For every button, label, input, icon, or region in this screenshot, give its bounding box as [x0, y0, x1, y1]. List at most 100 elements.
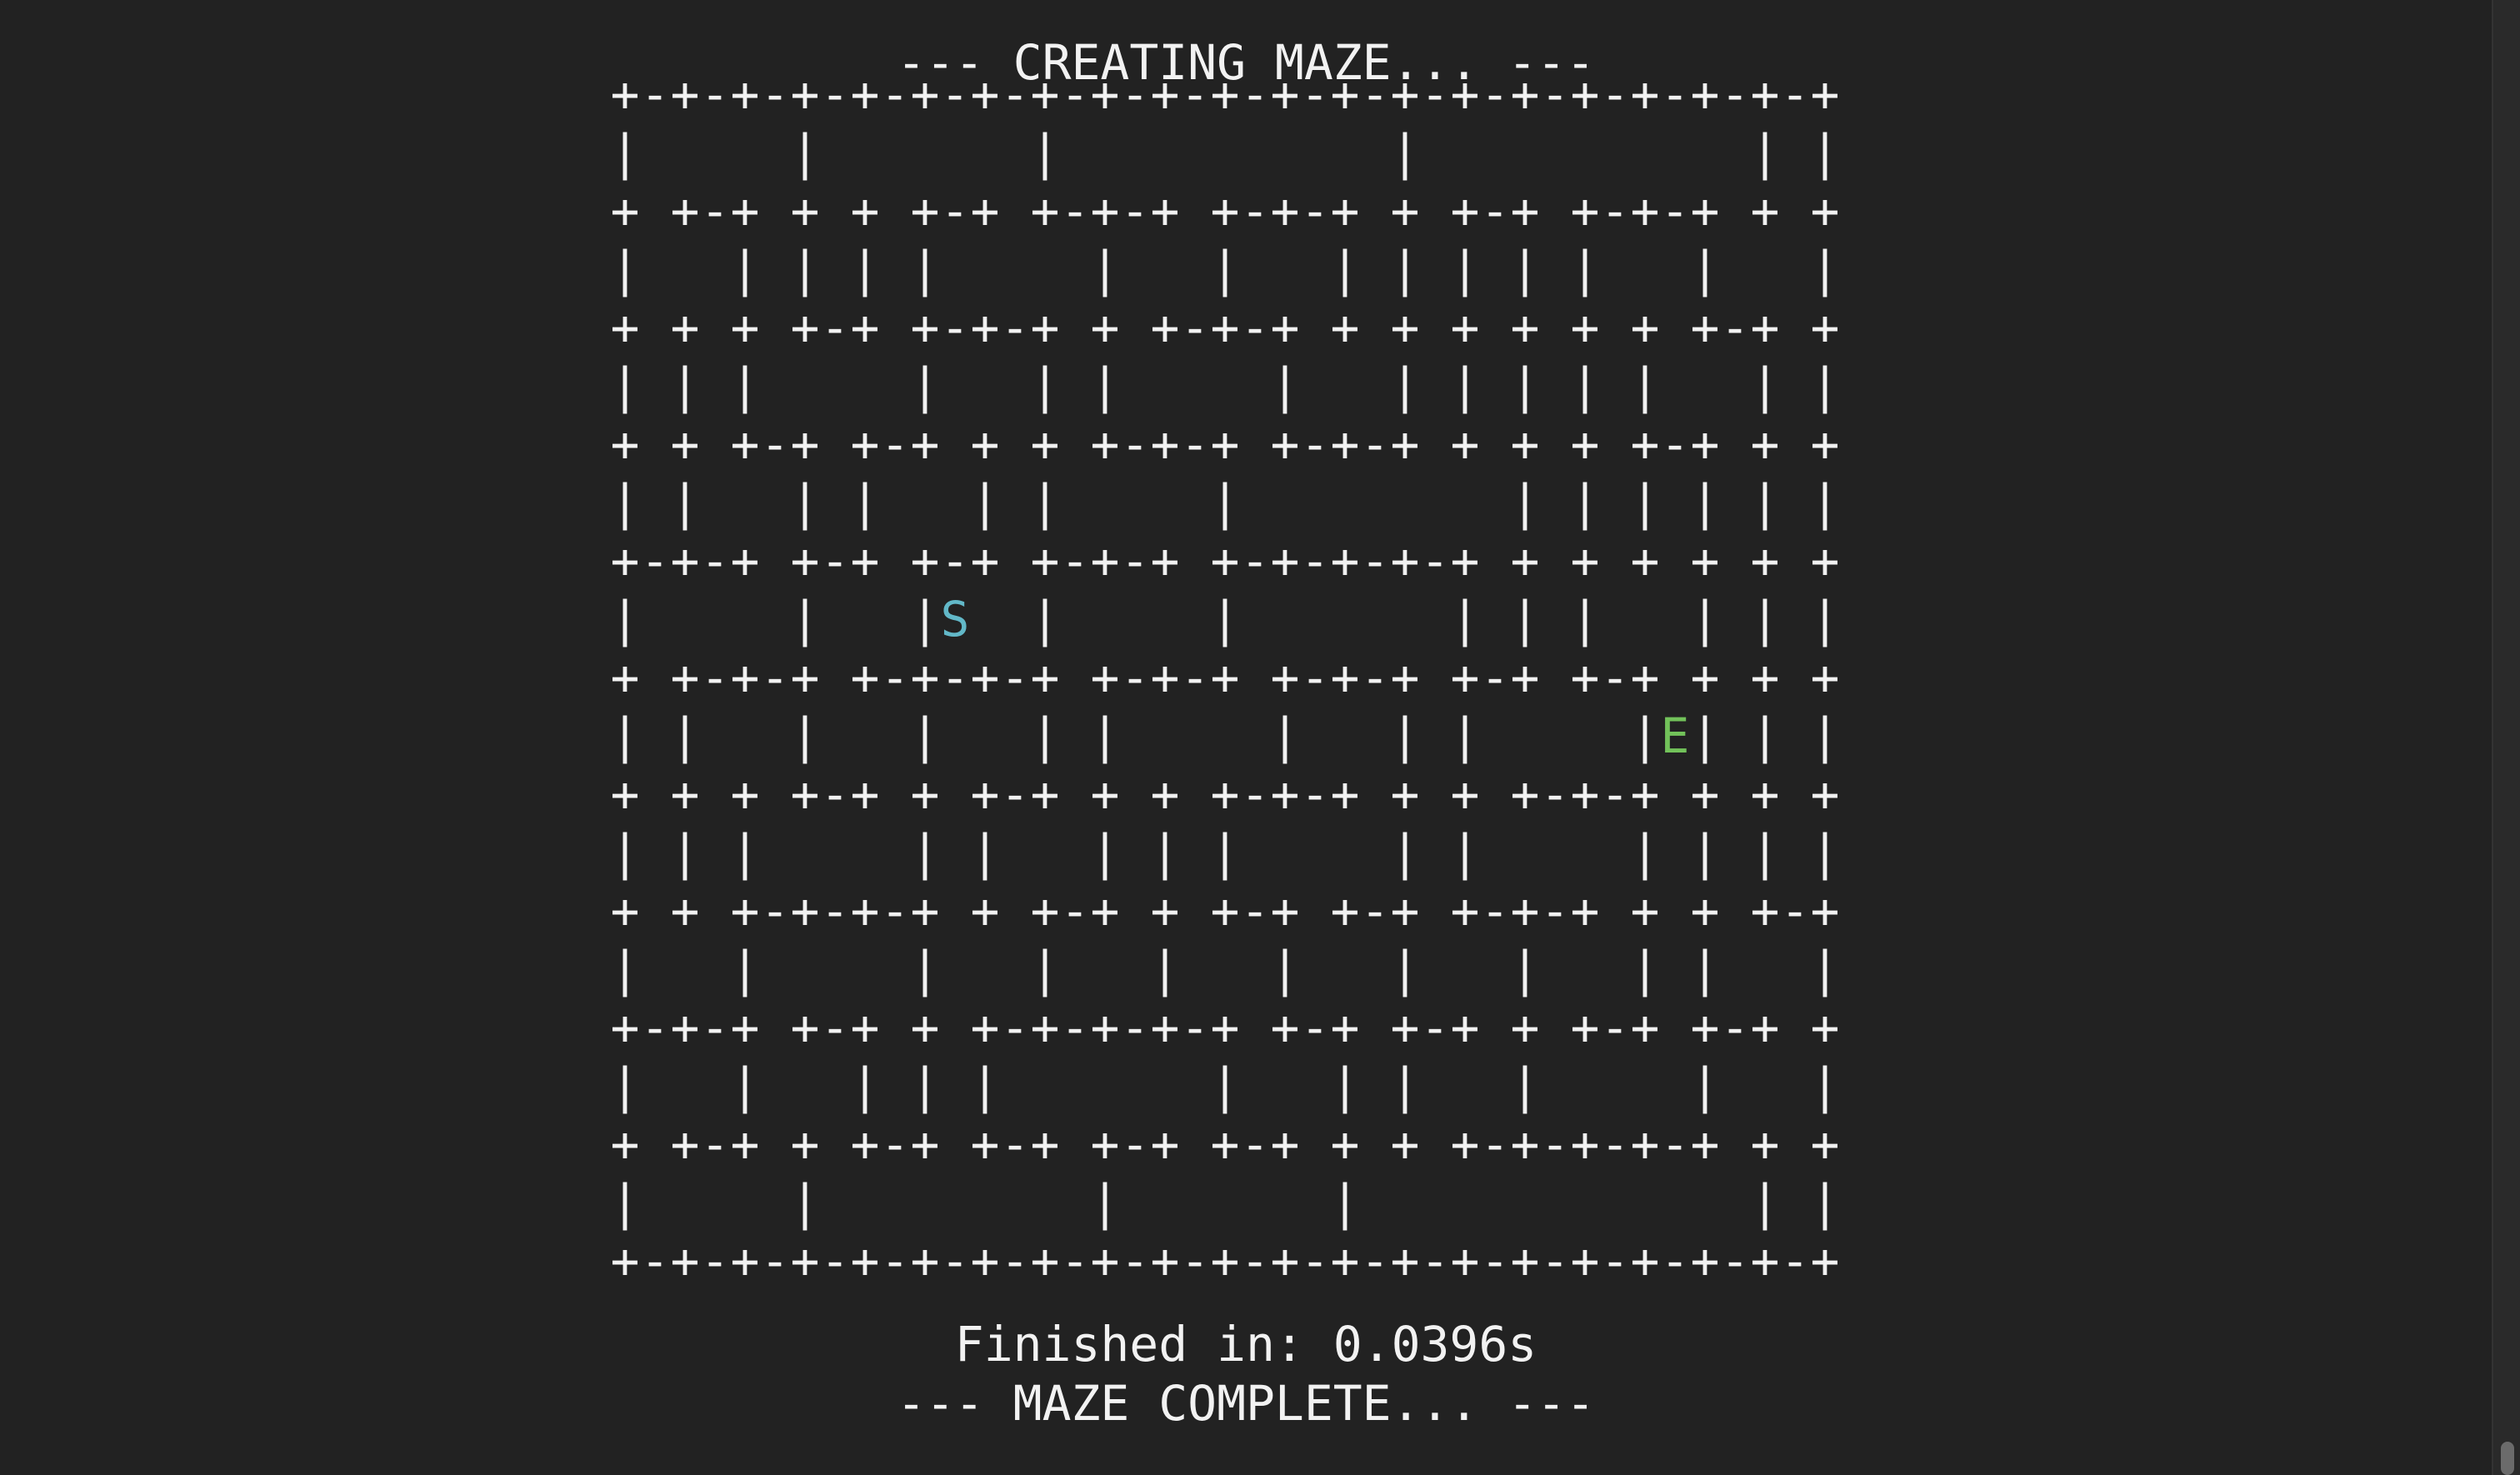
maze-corner: + [1030, 299, 1060, 356]
maze-corner: + [1030, 416, 1060, 472]
maze-wall-vertical: | [1150, 941, 1180, 998]
maze-corner: + [1810, 999, 1840, 1056]
maze-wall-vertical: | [670, 824, 700, 881]
maze-corner: + [1750, 416, 1780, 472]
maze-wall-vertical: | [610, 124, 640, 181]
maze-wall-vertical: | [1750, 708, 1780, 764]
maze-wall-vertical: | [1030, 474, 1060, 531]
maze-corner: + [1390, 766, 1420, 822]
maze-wall-vertical: | [1390, 358, 1420, 414]
maze-footer-text: --- MAZE COMPLETE... --- [896, 1375, 1596, 1432]
maze-corner: + [1810, 766, 1840, 822]
maze-corner: + [1570, 299, 1600, 356]
maze-wall-vertical: | [1210, 1058, 1240, 1114]
maze-corner: + [1450, 299, 1480, 356]
maze-corner: + [1690, 416, 1720, 472]
maze-wall-vertical: | [1390, 1058, 1420, 1114]
maze-wall-vertical: | [1750, 358, 1780, 414]
maze-corner: + [850, 299, 880, 356]
maze-corner: + [1390, 1116, 1420, 1172]
maze-corner: + [1810, 66, 1840, 122]
maze-wall-vertical: | [1390, 708, 1420, 764]
maze-grid: + - + - + - + - + - + - + - + - + - + - + - + - + - + - + - + - + - + - + - + -… [610, 66, 1840, 1289]
maze-wall-vertical: | [1090, 358, 1120, 414]
maze-wall-vertical: | [790, 474, 820, 531]
maze-wall-vertical: | [730, 358, 760, 414]
maze-wall-vertical: | [790, 708, 820, 764]
maze-wall-vertical: | [850, 241, 880, 298]
maze-corner: + [1090, 766, 1120, 822]
maze-corner: + [790, 649, 820, 706]
maze-wall-vertical: | [1810, 708, 1840, 764]
maze-wall-vertical: | [1750, 824, 1780, 881]
maze-corner: + [1270, 882, 1300, 939]
maze-corner: + [910, 882, 940, 939]
maze-corner: + [730, 532, 760, 589]
maze-corner: + [1390, 182, 1420, 239]
maze-corner: + [610, 1116, 640, 1172]
maze-corner: + [1510, 182, 1540, 239]
maze-wall-vertical: | [1270, 941, 1300, 998]
maze-corner: + [1810, 1232, 1840, 1289]
maze-wall-vertical: | [1270, 358, 1300, 414]
maze-corner: + [1570, 532, 1600, 589]
maze-wall-vertical: | [610, 824, 640, 881]
maze-wall-vertical: | [1030, 708, 1060, 764]
maze-wall-vertical: | [1090, 241, 1120, 298]
maze-wall-vertical: | [1030, 591, 1060, 648]
maze-wall-vertical: | [1750, 591, 1780, 648]
maze-corner: + [1510, 532, 1540, 589]
maze-corner: + [790, 1116, 820, 1172]
maze-wall-vertical: | [1330, 1058, 1360, 1114]
maze-wall-vertical: | [1810, 591, 1840, 648]
maze-wall-vertical: | [1810, 474, 1840, 531]
maze-corner: + [1510, 999, 1540, 1056]
maze-corner: + [1630, 532, 1660, 589]
maze-wall-vertical: | [1450, 241, 1480, 298]
maze-corner: + [850, 182, 880, 239]
maze-wall-vertical: | [1030, 358, 1060, 414]
maze-wall-vertical: | [970, 1058, 1000, 1114]
scrollbar-thumb[interactable] [2501, 1442, 2514, 1475]
maze-corner: + [850, 532, 880, 589]
maze-wall-vertical: | [1810, 124, 1840, 181]
maze-corner: + [730, 999, 760, 1056]
maze-corner: + [1810, 416, 1840, 472]
maze-wall-vertical: | [610, 1174, 640, 1231]
maze-wall-vertical: | [1810, 941, 1840, 998]
maze-wall-vertical: | [1150, 824, 1180, 881]
maze-wall-vertical: | [1030, 124, 1060, 181]
maze-corner: + [1450, 999, 1480, 1056]
maze-wall-vertical: | [1690, 824, 1720, 881]
maze-corner: + [850, 999, 880, 1056]
maze-corner: + [1330, 766, 1360, 822]
maze-corner: + [1330, 1116, 1360, 1172]
maze-corner: + [610, 416, 640, 472]
maze-corner: + [1210, 649, 1240, 706]
maze-corner: + [1510, 649, 1540, 706]
maze-corner: + [1750, 1116, 1780, 1172]
maze-corner: + [670, 416, 700, 472]
maze-start-marker: S [940, 591, 970, 648]
maze-wall-vertical: | [1510, 591, 1540, 648]
maze-wall-vertical: | [730, 941, 760, 998]
maze-corner: + [610, 882, 640, 939]
maze-corner: + [1390, 299, 1420, 356]
maze-corner: + [1390, 416, 1420, 472]
maze-corner: + [1150, 1116, 1180, 1172]
maze-wall-vertical: | [910, 824, 940, 881]
maze-wall-vertical: | [1690, 1058, 1720, 1114]
maze-wall-vertical: | [1390, 824, 1420, 881]
maze-corner: + [1810, 299, 1840, 356]
maze-wall-vertical: | [1570, 358, 1600, 414]
maze-corner: + [970, 182, 1000, 239]
maze-wall-vertical: | [1450, 591, 1480, 648]
vertical-scrollbar[interactable] [2492, 0, 2520, 1475]
maze-wall-vertical: | [730, 824, 760, 881]
maze-corner: + [1750, 299, 1780, 356]
maze-corner: + [1750, 532, 1780, 589]
maze-wall-vertical: | [1690, 241, 1720, 298]
maze-corner: + [1450, 532, 1480, 589]
maze-wall-vertical: | [970, 474, 1000, 531]
maze-corner: + [1450, 766, 1480, 822]
